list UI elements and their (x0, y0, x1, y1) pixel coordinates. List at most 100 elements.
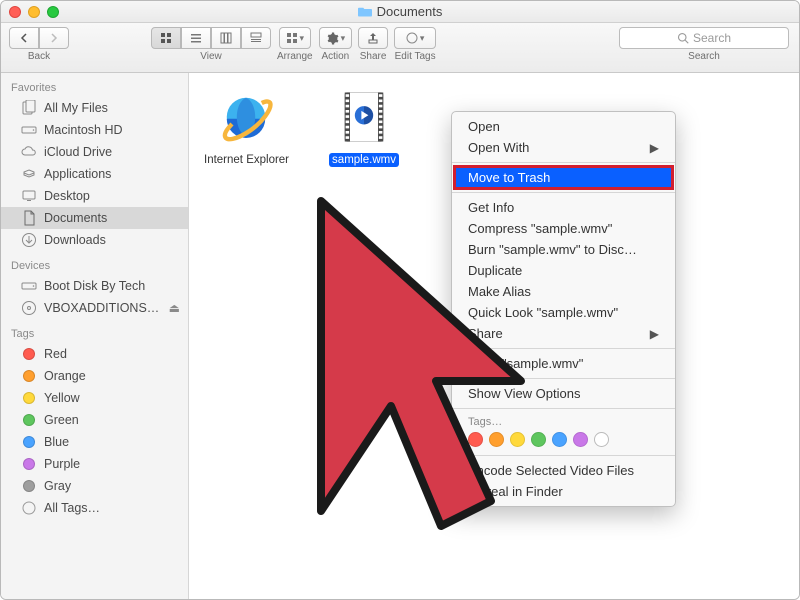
file-item-internet-explorer[interactable]: Internet Explorer 8 (201, 85, 291, 167)
desktop-icon (21, 188, 37, 204)
ctx-separator (452, 408, 675, 409)
ctx-tag-color[interactable] (552, 432, 567, 447)
minimize-window-button[interactable] (28, 6, 40, 18)
ctx-move-to-trash[interactable]: Move to Trash (452, 167, 675, 188)
ctx-separator (452, 192, 675, 193)
ctx-tag-colors (452, 428, 675, 451)
titlebar: Documents (1, 1, 799, 23)
video-file-icon (332, 85, 396, 149)
sidebar-item-label: Gray (44, 479, 180, 493)
sidebar-tag-yellow[interactable]: Yellow (1, 387, 188, 409)
ctx-get-info[interactable]: Get Info (452, 197, 675, 218)
toolbar: Back View ▾ Arrange ▾ Action Share ▾ (1, 23, 799, 73)
column-view-button[interactable] (211, 27, 241, 49)
ctx-compress[interactable]: Compress "sample.wmv" (452, 218, 675, 239)
sidebar-item-applications[interactable]: Applications (1, 163, 188, 185)
ctx-show-view-options[interactable]: Show View Options (452, 383, 675, 404)
sidebar-tag-gray[interactable]: Gray (1, 475, 188, 497)
ctx-tag-color[interactable] (573, 432, 588, 447)
sidebar-item-documents[interactable]: Documents (1, 207, 188, 229)
sidebar-item-boot-disk[interactable]: Boot Disk By Tech (1, 275, 188, 297)
documents-icon (21, 210, 37, 226)
ctx-tag-clear[interactable] (594, 432, 609, 447)
edit-tags-button[interactable]: ▾ (394, 27, 436, 49)
sidebar-item-label: All Tags… (44, 501, 180, 515)
sidebar-item-label: Boot Disk By Tech (44, 279, 180, 293)
sidebar-item-all-tags[interactable]: All Tags… (1, 497, 188, 519)
view-label: View (200, 51, 222, 62)
ctx-duplicate[interactable]: Duplicate (452, 260, 675, 281)
ctx-tag-color[interactable] (531, 432, 546, 447)
ctx-quick-look[interactable]: Quick Look "sample.wmv" (452, 302, 675, 323)
search-group: Search Search (619, 27, 789, 62)
forward-button[interactable] (39, 27, 69, 49)
ctx-encode[interactable]: Encode Selected Video Files (452, 460, 675, 481)
ctx-tag-color[interactable] (510, 432, 525, 447)
sidebar-item-label: Orange (44, 369, 180, 383)
sidebar-item-desktop[interactable]: Desktop (1, 185, 188, 207)
sidebar-heading-devices: Devices (1, 257, 188, 275)
ctx-tag-color[interactable] (468, 432, 483, 447)
window-title-text: Documents (377, 4, 443, 19)
ctx-open[interactable]: Open (452, 116, 675, 137)
ctx-tag-color[interactable] (489, 432, 504, 447)
share-button[interactable] (358, 27, 388, 49)
list-view-button[interactable] (181, 27, 211, 49)
sidebar-item-label: Blue (44, 435, 180, 449)
cloud-icon (21, 144, 37, 160)
downloads-icon (21, 232, 37, 248)
window-title: Documents (358, 4, 443, 19)
ctx-open-with[interactable]: Open With▶ (452, 137, 675, 158)
sidebar-tag-orange[interactable]: Orange (1, 365, 188, 387)
file-item-sample-wmv[interactable]: sample.wmv (319, 85, 409, 167)
close-window-button[interactable] (9, 6, 21, 18)
back-forward-group: Back (9, 27, 69, 62)
applications-icon (21, 166, 37, 182)
sidebar-item-label: VBOXADDITIONS_4. (44, 301, 162, 315)
view-group: View (151, 27, 271, 62)
icon-view-button[interactable] (151, 27, 181, 49)
sidebar: Favorites All My Files Macintosh HD iClo… (1, 73, 189, 600)
tag-dot-icon (21, 412, 37, 428)
ctx-make-alias[interactable]: Make Alias (452, 281, 675, 302)
sidebar-tag-purple[interactable]: Purple (1, 453, 188, 475)
search-label: Search (688, 51, 720, 62)
eject-icon[interactable]: ⏏ (169, 301, 180, 315)
sidebar-item-downloads[interactable]: Downloads (1, 229, 188, 251)
sidebar-item-macintosh-hd[interactable]: Macintosh HD (1, 119, 188, 141)
tag-dot-icon (21, 346, 37, 362)
sidebar-item-icloud-drive[interactable]: iCloud Drive (1, 141, 188, 163)
ctx-copy[interactable]: Copy "sample.wmv" (452, 353, 675, 374)
sidebar-tag-green[interactable]: Green (1, 409, 188, 431)
sidebar-item-label: All My Files (44, 101, 180, 115)
all-tags-icon (21, 500, 37, 516)
back-button[interactable] (9, 27, 39, 49)
search-input[interactable]: Search (619, 27, 789, 49)
arrange-button[interactable]: ▾ (279, 27, 312, 49)
ctx-burn[interactable]: Burn "sample.wmv" to Disc… (452, 239, 675, 260)
search-placeholder: Search (693, 31, 731, 45)
ctx-reveal[interactable]: Reveal in Finder (452, 481, 675, 502)
sidebar-item-label: Purple (44, 457, 180, 471)
finder-window: Documents Back View ▾ Arrange (0, 0, 800, 600)
zoom-window-button[interactable] (47, 6, 59, 18)
sidebar-tag-blue[interactable]: Blue (1, 431, 188, 453)
tag-dot-icon (21, 478, 37, 494)
sidebar-heading-favorites: Favorites (1, 79, 188, 97)
traffic-lights (9, 6, 59, 18)
disc-icon (21, 300, 37, 316)
ie-icon (214, 85, 278, 149)
back-label: Back (28, 51, 50, 62)
sidebar-tag-red[interactable]: Red (1, 343, 188, 365)
ctx-separator (452, 455, 675, 456)
action-button[interactable]: ▾ (319, 27, 353, 49)
ctx-separator (452, 162, 675, 163)
sidebar-item-label: Documents (44, 211, 180, 225)
sidebar-item-all-my-files[interactable]: All My Files (1, 97, 188, 119)
coverflow-view-button[interactable] (241, 27, 271, 49)
sidebar-item-vbox-additions[interactable]: VBOXADDITIONS_4. ⏏ (1, 297, 188, 319)
hdd-icon (21, 278, 37, 294)
sidebar-item-label: Macintosh HD (44, 123, 180, 137)
ctx-share[interactable]: Share▶ (452, 323, 675, 344)
file-label: Internet Explorer 8 (201, 153, 291, 167)
